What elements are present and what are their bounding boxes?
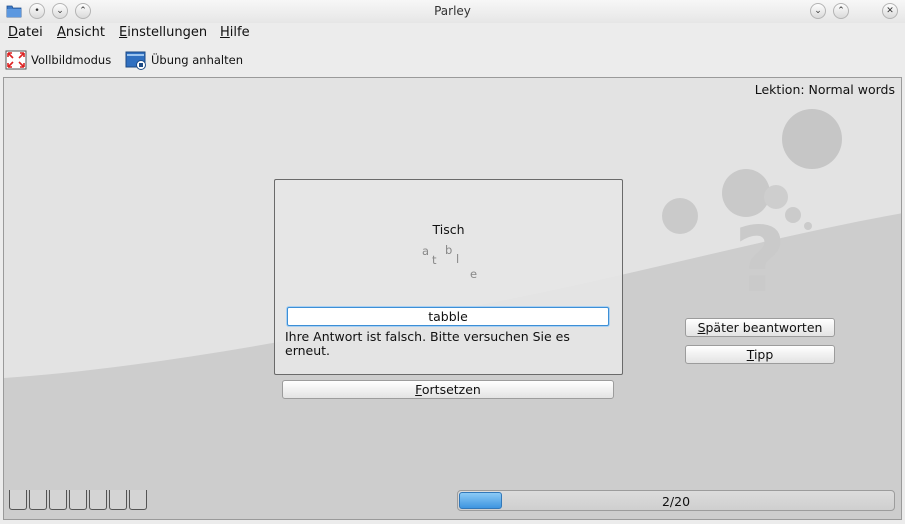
maximize-button[interactable]: ⌃ (833, 3, 849, 19)
question-card: Tisch a b t l e Ihre Antwort ist falsch.… (274, 179, 623, 375)
menu-ansicht[interactable]: Ansicht (57, 25, 105, 40)
scrambled-letter: t (432, 253, 437, 267)
leitner-box (29, 490, 47, 510)
leitner-boxes (9, 490, 149, 510)
leitner-box (109, 490, 127, 510)
menu-hilfe[interactable]: Hilfe (220, 25, 250, 40)
leitner-box (129, 490, 147, 510)
scrambled-letter: a (422, 244, 430, 258)
leitner-box (49, 490, 67, 510)
pause-practice-label: Übung anhalten (151, 53, 243, 67)
scrambled-letter: e (470, 267, 478, 281)
leitner-box (9, 490, 27, 510)
pause-practice-button[interactable]: Übung anhalten (125, 49, 243, 71)
title-bar: • ⌄ ⌃ Parley ⌄ ⌃ ✕ (0, 0, 905, 23)
scrambled-letter: l (456, 252, 460, 266)
practice-area: ? Lektion: Normal words Tisch a b t l e … (3, 77, 902, 520)
hint-button[interactable]: Tipp (685, 345, 835, 364)
menu-datei[interactable]: Datei (8, 25, 43, 40)
leitner-box (69, 490, 87, 510)
fullscreen-label: Vollbildmodus (31, 53, 112, 67)
leitner-box (89, 490, 107, 510)
minimize-button[interactable]: ⌄ (810, 3, 826, 19)
fullscreen-icon (5, 50, 27, 70)
feedback-message: Ihre Antwort ist falsch. Bitte versuchen… (285, 329, 570, 358)
close-button[interactable]: ✕ (882, 3, 898, 19)
answer-input[interactable] (287, 307, 609, 326)
continue-button[interactable]: Fortsetzen (282, 380, 614, 399)
progress-text: 2/20 (661, 494, 691, 509)
answer-later-button[interactable]: Später beantworten (685, 318, 835, 337)
svg-text:?: ? (734, 208, 786, 313)
menu-bar: Datei Ansicht Einstellungen Hilfe (0, 23, 905, 44)
practice-stop-icon (125, 51, 146, 70)
lesson-label: Lektion: Normal words (754, 82, 895, 97)
progress-bar: 2/20 (457, 490, 895, 511)
toolbar: Vollbildmodus Übung anhalten (0, 44, 905, 74)
window-title: Parley (434, 4, 471, 18)
fullscreen-button[interactable]: Vollbildmodus (5, 49, 111, 71)
menu-einstellungen[interactable]: Einstellungen (119, 25, 207, 40)
scrambled-letter: b (445, 243, 453, 257)
question-word: Tisch (432, 222, 465, 237)
